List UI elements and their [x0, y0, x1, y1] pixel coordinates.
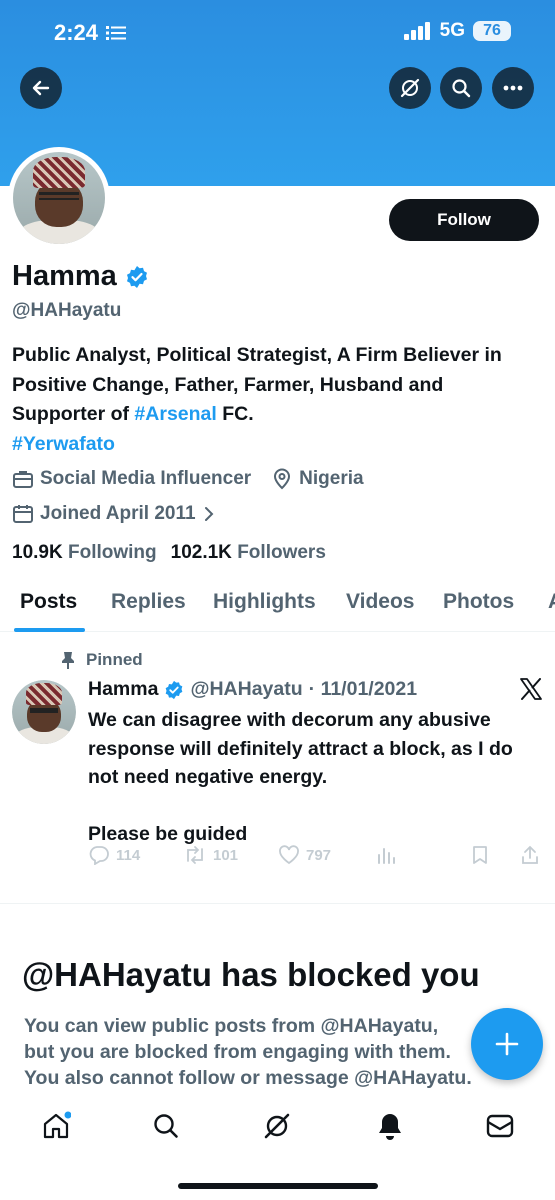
hashtag-link[interactable]: #Yerwafato [12, 433, 115, 455]
nav-grok[interactable] [259, 1108, 295, 1144]
post-avatar[interactable] [12, 680, 76, 744]
joined-date: Joined April 2011 [40, 503, 196, 524]
heart-icon [279, 845, 299, 865]
views-button[interactable] [376, 845, 396, 865]
status-indicators: 5G 76 [403, 20, 511, 42]
x-logo-icon[interactable] [519, 678, 543, 700]
active-tab-indicator [14, 628, 85, 632]
verified-badge-icon[interactable] [125, 265, 149, 289]
share-icon [522, 845, 538, 864]
post-header: Hamma @HAHayatu · 11/01/2021 [88, 678, 417, 701]
chevron-right-icon [204, 507, 214, 521]
following-link[interactable]: 10.9K Following [12, 542, 157, 564]
post-date: · 11/01/2021 [308, 678, 418, 700]
briefcase-icon [13, 471, 33, 488]
profile-meta: Social Media Influencer Nigeria [12, 468, 364, 490]
pin-icon [62, 652, 74, 669]
followers-link[interactable]: 102.1K Followers [171, 542, 326, 564]
grok-button[interactable] [389, 67, 431, 109]
home-icon [43, 1111, 71, 1139]
pinned-indicator: Pinned [60, 650, 143, 670]
follow-stats: 10.9K Following 102.1K Followers [12, 542, 326, 564]
profile-avatar[interactable] [8, 147, 110, 249]
repost-icon [187, 846, 203, 864]
tab-highlights[interactable]: Highlights [213, 590, 316, 614]
home-indicator [178, 1183, 378, 1189]
follow-button[interactable]: Follow [389, 199, 539, 241]
search-icon [452, 79, 471, 98]
blocked-title: @HAHayatu has blocked you [22, 956, 480, 993]
reply-icon [89, 846, 109, 865]
post-text: We can disagree with decorum any abusive… [88, 709, 513, 845]
mail-icon [486, 1114, 514, 1138]
back-button[interactable] [20, 67, 62, 109]
arrow-left-icon [32, 80, 50, 96]
joined-row[interactable]: Joined April 2011 [12, 503, 216, 525]
tab-posts[interactable]: Posts [20, 590, 77, 614]
bookmark-icon [473, 846, 487, 864]
grok-icon [400, 78, 420, 98]
tab-photos[interactable]: Photos [443, 590, 514, 614]
analytics-icon [378, 848, 395, 864]
signal-icon [403, 22, 430, 40]
network-label: 5G [439, 20, 465, 41]
location-icon [274, 468, 291, 490]
tab-videos[interactable]: Videos [346, 590, 414, 614]
hashtag-link[interactable]: #Arsenal [134, 403, 216, 425]
nav-home[interactable] [38, 1108, 74, 1144]
like-button[interactable]: 797 [278, 845, 331, 865]
verified-badge-icon [166, 680, 183, 699]
post-divider [0, 903, 555, 904]
battery-icon: 76 [473, 21, 511, 41]
compose-button[interactable] [471, 1008, 543, 1080]
tab-replies[interactable]: Replies [111, 590, 186, 614]
nav-messages[interactable] [482, 1108, 518, 1144]
nav-search[interactable] [148, 1108, 184, 1144]
profile-name-row: Hamma [12, 260, 149, 293]
post-handle: @HAHayatu [190, 678, 303, 700]
reply-button[interactable]: 114 [88, 845, 140, 865]
blocked-description: You can view public posts from @HAHayatu… [24, 1015, 472, 1089]
profile-location: Nigeria [299, 468, 364, 489]
profile-handle: @HAHayatu [12, 300, 122, 321]
grok-icon [264, 1113, 290, 1139]
status-time: 2:24 [54, 20, 127, 46]
search-button[interactable] [440, 67, 482, 109]
nav-notifications[interactable] [372, 1108, 408, 1144]
share-button[interactable] [520, 845, 540, 865]
repost-button[interactable]: 101 [183, 845, 238, 865]
bell-icon [379, 1114, 401, 1140]
search-icon [154, 1114, 178, 1138]
more-button[interactable] [492, 67, 534, 109]
profile-bio: Public Analyst, Political Strategist, A … [12, 344, 502, 455]
profile-category: Social Media Influencer [40, 468, 252, 489]
post-author[interactable]: Hamma [88, 678, 158, 701]
tab-articles[interactable]: A [548, 590, 555, 614]
profile-name: Hamma [12, 260, 117, 292]
plus-icon [495, 1032, 519, 1056]
calendar-icon [13, 505, 33, 523]
profile-tabs: Posts Replies Highlights Videos Photos A [0, 582, 555, 632]
more-icon [503, 85, 523, 91]
bookmark-button[interactable] [471, 845, 489, 865]
list-icon [106, 26, 127, 40]
